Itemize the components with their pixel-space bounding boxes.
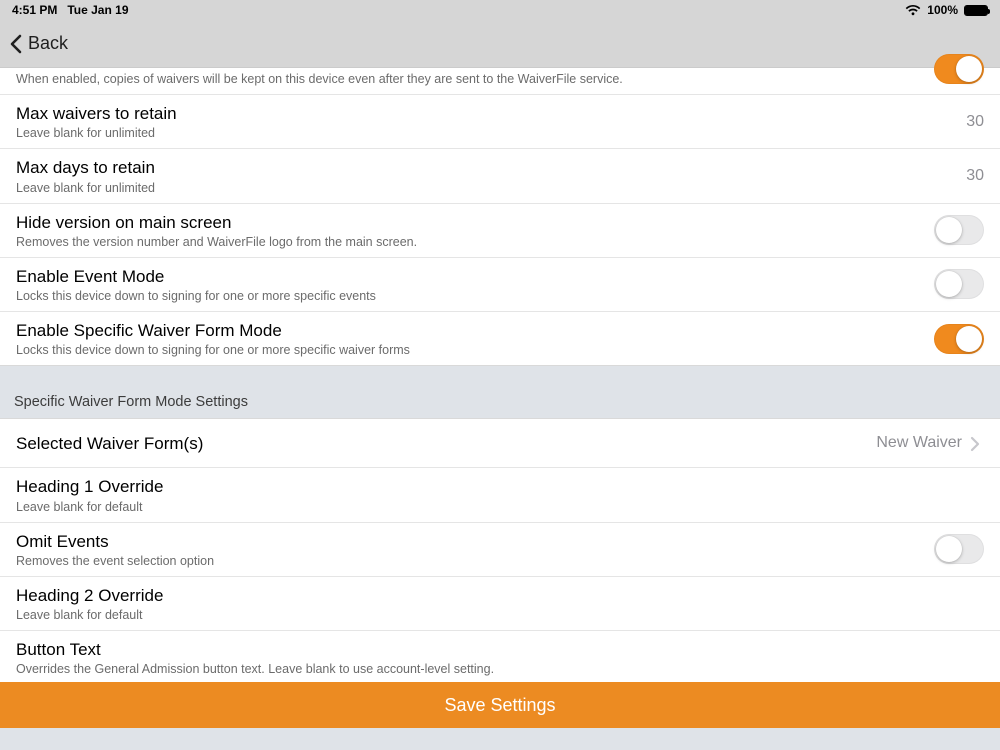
row-title: Heading 1 Override xyxy=(16,476,974,497)
row-event-mode[interactable]: Enable Event Mode Locks this device down… xyxy=(0,258,1000,312)
chevron-left-icon xyxy=(6,33,28,55)
row-sub: Leave blank for unlimited xyxy=(16,126,956,140)
row-sub: Leave blank for unlimited xyxy=(16,181,956,195)
row-sub: Leave blank for default xyxy=(16,500,974,514)
switch-event-mode[interactable] xyxy=(934,269,984,299)
row-specific-form-mode[interactable]: Enable Specific Waiver Form Mode Locks t… xyxy=(0,312,1000,365)
row-sub: Overrides the General Admission button t… xyxy=(16,662,974,676)
row-sub: Locks this device down to signing for on… xyxy=(16,289,924,303)
row-title: Selected Waiver Form(s) xyxy=(16,433,866,454)
row-hide-version[interactable]: Hide version on main screen Removes the … xyxy=(0,204,1000,258)
row-value: 30 xyxy=(966,167,984,185)
row-title: Max days to retain xyxy=(16,157,956,178)
battery-icon xyxy=(964,5,988,16)
row-sub: Leave blank for default xyxy=(16,608,974,622)
nav-bar: Back xyxy=(0,20,1000,68)
switch-retain-copies[interactable] xyxy=(934,54,984,84)
section-header-specific-form: Specific Waiver Form Mode Settings xyxy=(0,366,1000,418)
row-title: Button Text xyxy=(16,639,974,660)
row-max-days[interactable]: Max days to retain Leave blank for unlim… xyxy=(0,149,1000,203)
row-title: Enable Specific Waiver Form Mode xyxy=(16,320,924,341)
switch-hide-version[interactable] xyxy=(934,215,984,245)
switch-omit-events[interactable] xyxy=(934,534,984,564)
status-time: 4:51 PM xyxy=(12,3,57,17)
status-date: Tue Jan 19 xyxy=(67,3,128,17)
row-sub: Removes the version number and WaiverFil… xyxy=(16,235,924,249)
row-omit-events[interactable]: Omit Events Removes the event selection … xyxy=(0,523,1000,577)
row-button-text[interactable]: Button Text Overrides the General Admiss… xyxy=(0,631,1000,684)
save-settings-button[interactable]: Save Settings xyxy=(0,682,1000,728)
row-title: Enable Event Mode xyxy=(16,266,924,287)
chevron-right-icon xyxy=(970,436,984,450)
row-title: Omit Events xyxy=(16,531,924,552)
switch-specific-form-mode[interactable] xyxy=(934,324,984,354)
row-sub: Locks this device down to signing for on… xyxy=(16,343,924,357)
row-title: Hide version on main screen xyxy=(16,212,924,233)
row-heading2[interactable]: Heading 2 Override Leave blank for defau… xyxy=(0,577,1000,631)
back-button[interactable]: Back xyxy=(6,33,68,55)
row-value: 30 xyxy=(966,113,984,131)
row-heading1[interactable]: Heading 1 Override Leave blank for defau… xyxy=(0,468,1000,522)
row-retain-copies[interactable]: When enabled, copies of waivers will be … xyxy=(0,68,1000,95)
row-title: Heading 2 Override xyxy=(16,585,974,606)
row-max-waivers[interactable]: Max waivers to retain Leave blank for un… xyxy=(0,95,1000,149)
settings-list: When enabled, copies of waivers will be … xyxy=(0,68,1000,729)
status-bar: 4:51 PM Tue Jan 19 100% xyxy=(0,0,1000,20)
row-sub: When enabled, copies of waivers will be … xyxy=(16,72,924,86)
wifi-icon xyxy=(905,4,921,16)
save-settings-label: Save Settings xyxy=(444,695,555,716)
status-battery-pct: 100% xyxy=(927,3,958,17)
row-value: New Waiver xyxy=(876,434,962,452)
row-selected-forms[interactable]: Selected Waiver Form(s) New Waiver xyxy=(0,419,1000,468)
row-title: Max waivers to retain xyxy=(16,103,956,124)
row-sub: Removes the event selection option xyxy=(16,554,924,568)
back-label: Back xyxy=(28,33,68,54)
